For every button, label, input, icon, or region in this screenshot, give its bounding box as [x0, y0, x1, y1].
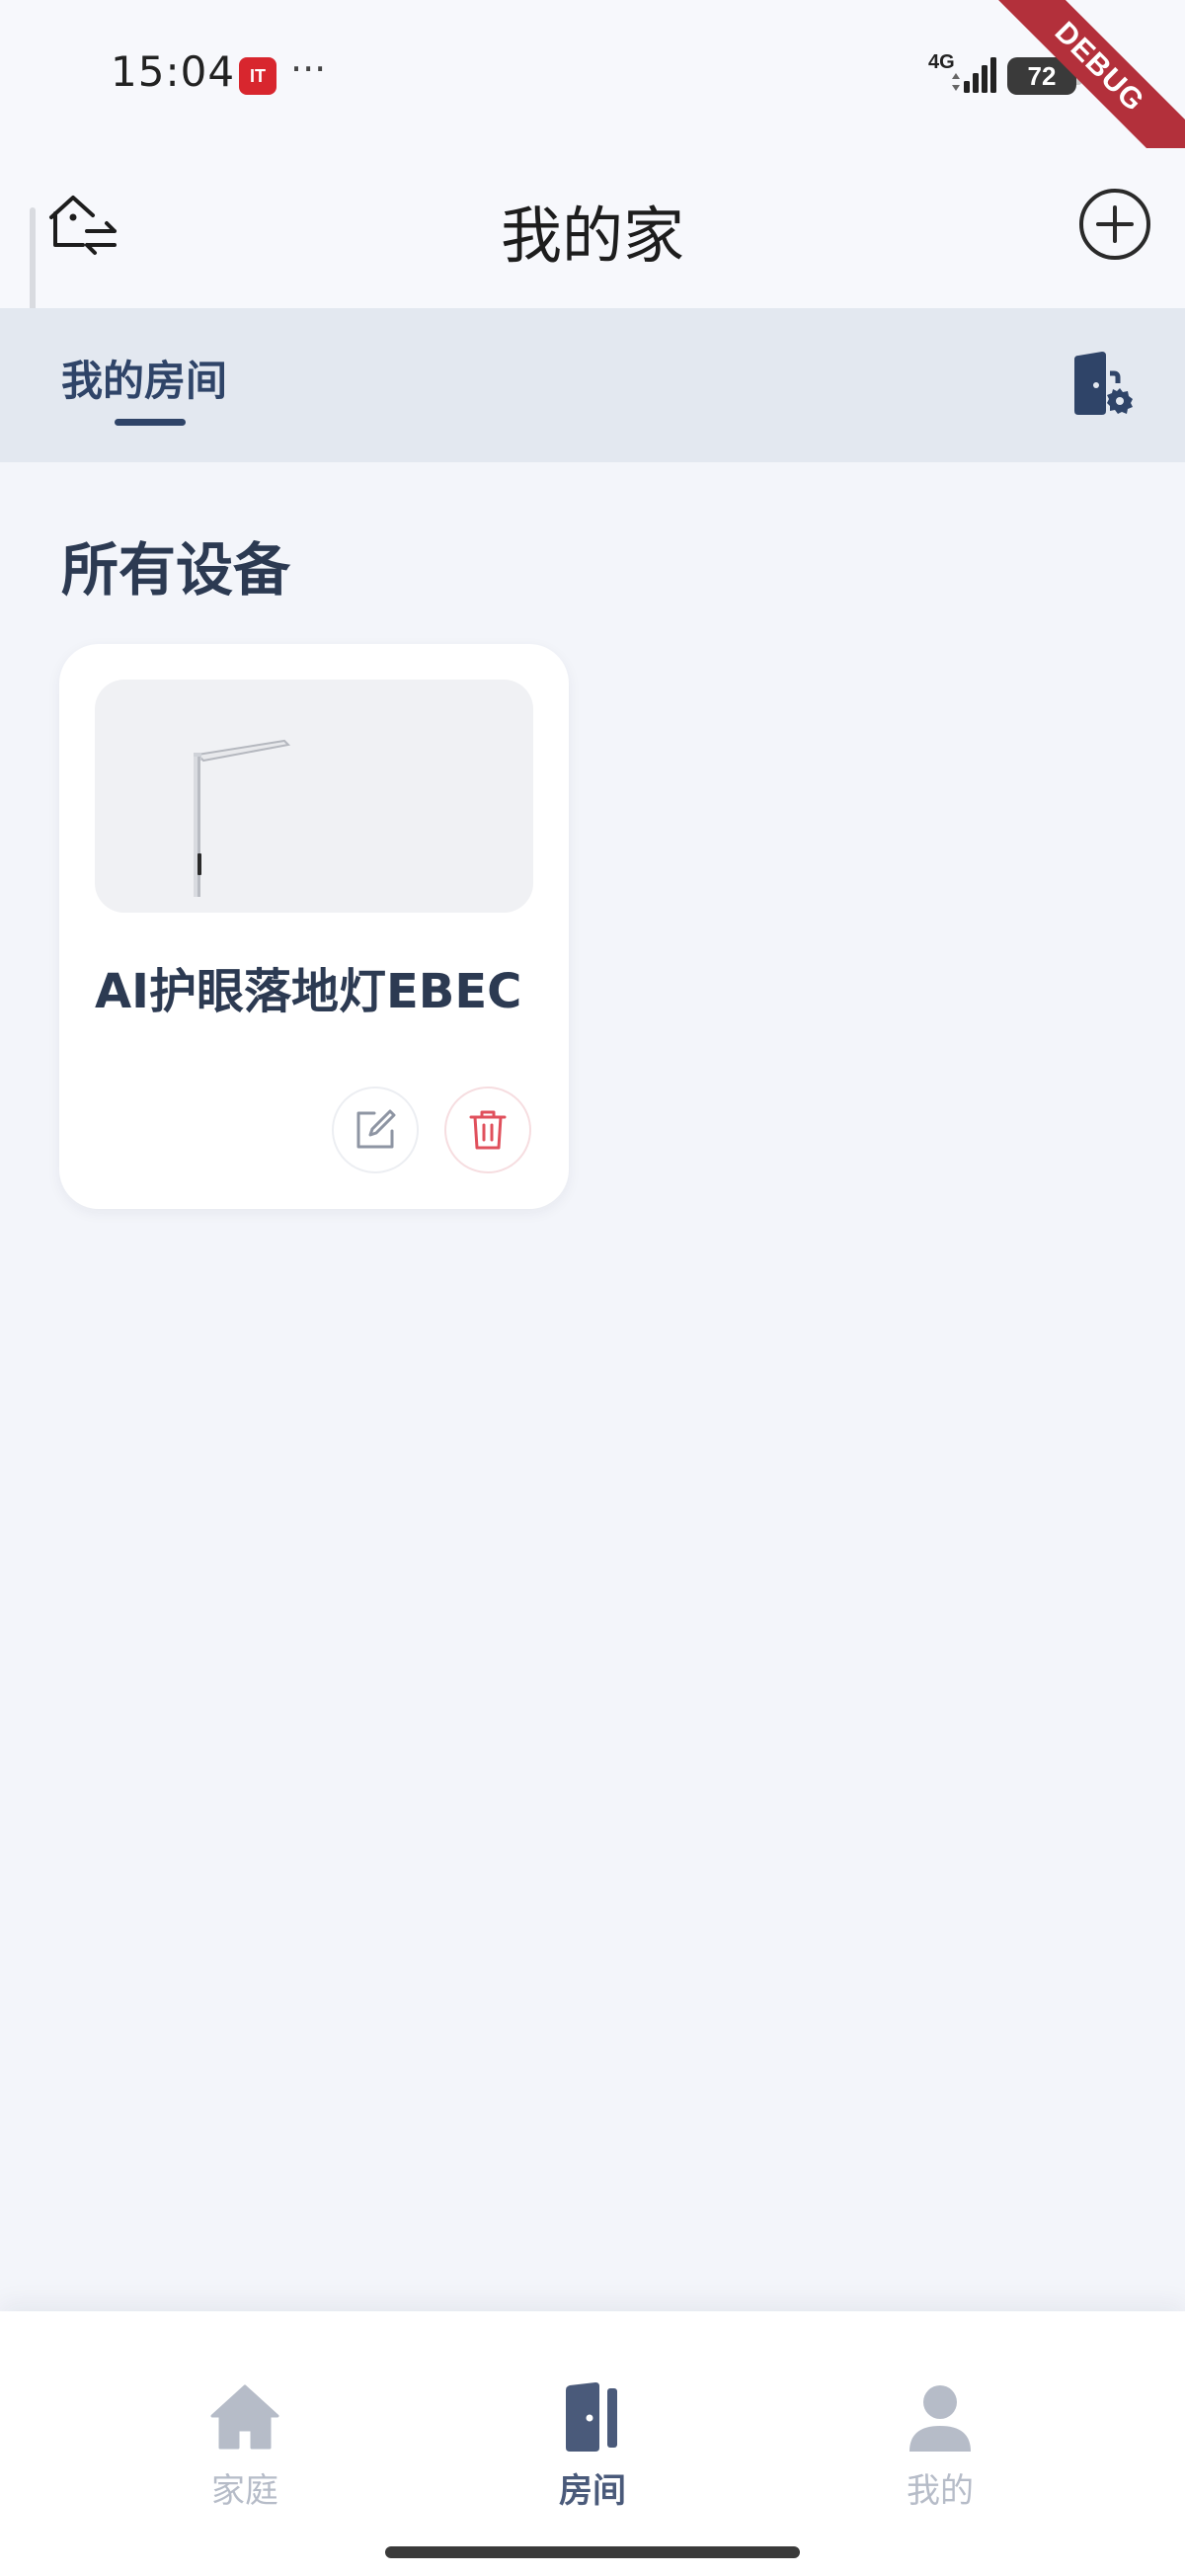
- add-circle-icon: [1079, 189, 1150, 260]
- nav-item-rooms[interactable]: 房间: [494, 2380, 691, 2529]
- active-tab-indicator: [115, 419, 186, 426]
- floor-lamp-image: [194, 739, 291, 897]
- nav-item-me[interactable]: 我的: [841, 2380, 1039, 2529]
- delete-icon: [469, 1110, 507, 1150]
- status-time: 15:04: [111, 47, 236, 96]
- tab-my-rooms[interactable]: 我的房间: [61, 348, 227, 408]
- device-name: AI护眼落地灯EBEC: [95, 964, 522, 1019]
- add-button[interactable]: [1074, 184, 1155, 265]
- nav-label-rooms: 房间: [559, 2471, 626, 2511]
- status-bar: 15:04 IT ··· 4G 72: [0, 0, 1185, 148]
- page-title: 我的家: [500, 200, 684, 272]
- device-image: [95, 680, 533, 913]
- device-card[interactable]: AI护眼落地灯EBEC: [59, 644, 569, 1209]
- room-settings-button[interactable]: [1068, 350, 1140, 421]
- app-header: 我的家: [0, 148, 1185, 308]
- screen: 15:04 IT ··· 4G 72 DEBUG 我的家 我的房间 所有设备 A…: [0, 0, 1185, 2576]
- nav-label-me: 我的: [907, 2471, 974, 2511]
- door-icon: [566, 2382, 617, 2452]
- room-tab-bar: 我的房间: [0, 308, 1185, 462]
- signal-icon: [952, 57, 996, 93]
- edit-icon: [356, 1109, 396, 1149]
- section-title-all-devices: 所有设备: [61, 536, 291, 604]
- delete-device-button[interactable]: [444, 1087, 531, 1173]
- notification-app-icon: IT: [239, 57, 276, 95]
- room-settings-icon: [1074, 352, 1134, 415]
- bottom-navigation: 家庭 房间 我的: [0, 2311, 1185, 2576]
- more-notifications-indicator: ···: [290, 47, 327, 91]
- edit-device-button[interactable]: [332, 1087, 419, 1173]
- person-icon: [909, 2385, 971, 2452]
- home-icon: [210, 2384, 279, 2450]
- nav-item-home[interactable]: 家庭: [146, 2380, 344, 2529]
- nav-label-home: 家庭: [211, 2471, 278, 2511]
- home-indicator[interactable]: [385, 2546, 800, 2558]
